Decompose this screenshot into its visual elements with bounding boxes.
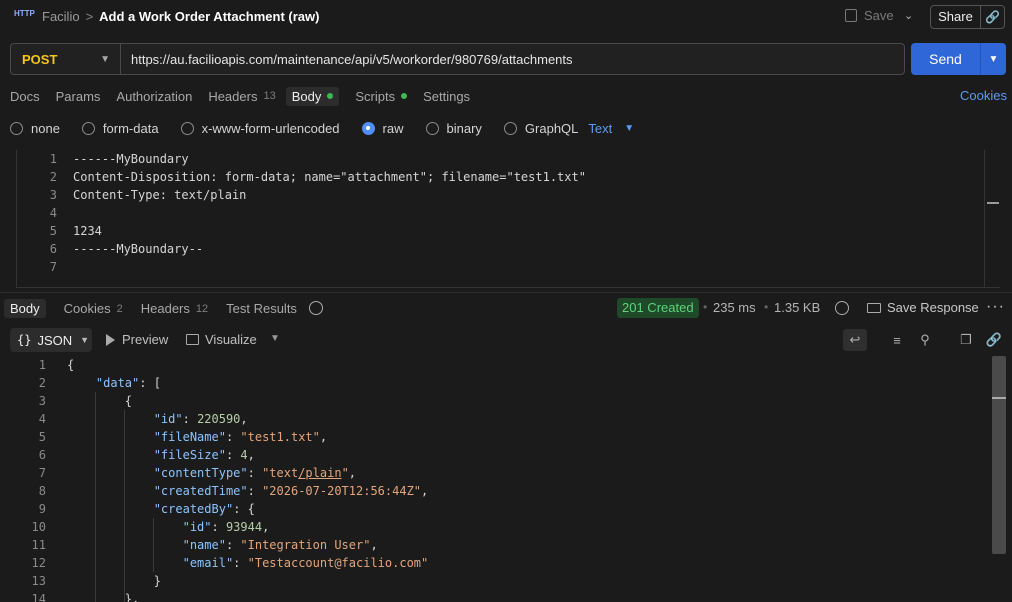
response-scrollbar[interactable] bbox=[992, 356, 1006, 554]
braces-icon: {} bbox=[17, 333, 32, 347]
response-body-viewer[interactable]: 1{ 2 "data": [ 3 { 4 "id": 220590, 5 "fi… bbox=[16, 356, 991, 602]
request-title[interactable]: Add a Work Order Attachment (raw) bbox=[99, 9, 319, 24]
radio-binary[interactable]: binary bbox=[425, 121, 482, 136]
send-button-group: Send ▼ bbox=[911, 43, 1006, 75]
code-line: 1{ bbox=[38, 358, 75, 372]
tab-headers[interactable]: Headers 13 bbox=[208, 89, 275, 104]
code-line: 3 { bbox=[38, 394, 133, 408]
code-line: 1 ------MyBoundary bbox=[49, 152, 189, 166]
breadcrumb: Facilio > Add a Work Order Attachment (r… bbox=[42, 9, 319, 24]
url-bar: POST ▼ https://au.facilioapis.com/mainte… bbox=[10, 43, 905, 75]
search-icon[interactable]: ⚲ bbox=[913, 329, 937, 351]
scripts-active-dot bbox=[401, 93, 408, 99]
play-icon bbox=[106, 333, 115, 346]
response-tabs: Body Cookies 2 Headers 12 Test Results bbox=[4, 299, 315, 318]
tab-authorization[interactable]: Authorization bbox=[116, 89, 192, 104]
radio-graphql[interactable]: GraphQL bbox=[503, 121, 578, 136]
request-tabs: Docs Params Authorization Headers 13 Body… bbox=[10, 86, 486, 106]
request-body-editor[interactable]: 1 ------MyBoundary 2 Content-Disposition: … bbox=[16, 150, 1000, 288]
code-line: 6 "fileSize": 4, bbox=[38, 448, 255, 462]
radio-form-data[interactable]: form-data bbox=[81, 121, 159, 136]
code-line: 7 "contentType": "text/plain", bbox=[38, 466, 357, 480]
response-tab-cookies[interactable]: Cookies 2 bbox=[64, 301, 123, 316]
tab-docs[interactable]: Docs bbox=[10, 89, 40, 104]
code-line: 10 "id": 93944, bbox=[31, 520, 270, 534]
tab-body[interactable]: Body bbox=[285, 86, 340, 106]
chevron-down-icon: ▼ bbox=[624, 123, 635, 134]
filter-icon[interactable]: ≡ bbox=[885, 329, 909, 351]
method-label: POST bbox=[22, 51, 58, 67]
code-line: 4 bbox=[49, 206, 57, 220]
copy-link-icon[interactable]: 🔗 bbox=[981, 6, 1004, 28]
body-type-radios: none form-data x-www-form-urlencoded raw… bbox=[10, 121, 634, 136]
request-editor-scrollbar[interactable] bbox=[984, 150, 1000, 288]
code-line: 11 "name": "Integration User", bbox=[31, 538, 378, 552]
save-label: Save bbox=[864, 8, 894, 23]
raw-format-select[interactable]: Text ▼ bbox=[588, 121, 634, 136]
breadcrumb-separator: > bbox=[85, 9, 94, 24]
code-line: 6 ------MyBoundary-- bbox=[49, 242, 204, 256]
code-line: 3 Content-Type: text/plain bbox=[49, 188, 247, 202]
share-button[interactable]: Share bbox=[931, 6, 981, 28]
code-line: 13 } bbox=[31, 574, 161, 588]
share-button-group: Share 🔗 bbox=[930, 5, 1005, 29]
link-icon[interactable]: 🔗 bbox=[982, 329, 1006, 351]
image-icon bbox=[186, 334, 199, 345]
visualize-button[interactable]: Visualize bbox=[186, 332, 257, 347]
response-tab-headers[interactable]: Headers 12 bbox=[141, 301, 208, 316]
cookies-link[interactable]: Cookies bbox=[960, 88, 1007, 103]
tab-params[interactable]: Params bbox=[56, 89, 101, 104]
send-button[interactable]: Send bbox=[911, 43, 981, 75]
code-line: 2 Content-Disposition: form-data; name="a… bbox=[49, 170, 586, 184]
copy-icon[interactable]: ❐ bbox=[954, 329, 978, 351]
code-line: 14 }, bbox=[31, 592, 140, 602]
save-button[interactable]: Save bbox=[845, 8, 894, 23]
history-icon[interactable] bbox=[309, 301, 323, 315]
chevron-down-icon: ▼ bbox=[100, 53, 110, 65]
pane-divider[interactable] bbox=[0, 292, 1012, 293]
response-tab-body[interactable]: Body bbox=[4, 299, 46, 318]
save-response-icon bbox=[867, 302, 881, 313]
body-active-dot bbox=[327, 93, 334, 99]
save-response-button[interactable]: Save Response bbox=[867, 300, 979, 315]
code-line: 5 "fileName": "test1.txt", bbox=[38, 430, 328, 444]
radio-raw[interactable]: raw bbox=[361, 121, 404, 136]
code-line: 4 "id": 220590, bbox=[38, 412, 248, 426]
visualize-chevron-icon[interactable]: ▼ bbox=[270, 333, 280, 344]
code-line: 7 bbox=[49, 260, 57, 274]
breadcrumb-root[interactable]: Facilio bbox=[42, 9, 80, 24]
http-icon: HTTP bbox=[14, 9, 35, 18]
network-globe-icon[interactable] bbox=[835, 301, 849, 315]
response-format-select[interactable]: {} JSON ▼ bbox=[10, 328, 92, 352]
send-options-chevron-icon[interactable]: ▼ bbox=[981, 54, 1006, 65]
scrollbar-position-marker bbox=[992, 397, 1006, 399]
code-line: 9 "createdBy": { bbox=[38, 502, 255, 516]
code-line: 2 "data": [ bbox=[38, 376, 161, 390]
code-line: 5 1234 bbox=[49, 224, 102, 238]
response-tab-test-results[interactable]: Test Results bbox=[226, 301, 297, 316]
tab-scripts[interactable]: Scripts bbox=[355, 89, 408, 104]
chevron-down-icon: ▼ bbox=[80, 335, 90, 345]
more-options-icon[interactable]: ··· bbox=[986, 298, 1005, 316]
code-line: 12 "email": "Testaccount@facilio.com" bbox=[31, 556, 429, 570]
response-size[interactable]: 1.35 KB bbox=[774, 300, 820, 315]
wrap-lines-icon[interactable]: ↩ bbox=[843, 329, 867, 351]
tab-settings[interactable]: Settings bbox=[423, 89, 470, 104]
radio-urlencoded[interactable]: x-www-form-urlencoded bbox=[180, 121, 340, 136]
preview-button[interactable]: Preview bbox=[106, 332, 168, 347]
headers-count: 13 bbox=[263, 90, 276, 102]
response-time[interactable]: 235 ms bbox=[713, 300, 756, 315]
url-input[interactable]: https://au.facilioapis.com/maintenance/a… bbox=[121, 52, 573, 67]
save-dropdown-chevron-icon[interactable]: ⌄ bbox=[904, 9, 913, 22]
save-icon bbox=[845, 9, 857, 22]
radio-none[interactable]: none bbox=[10, 121, 60, 136]
method-select[interactable]: POST ▼ bbox=[11, 44, 121, 74]
code-line: 8 "createdTime": "2026-07-20T12:56:44Z", bbox=[38, 484, 429, 498]
status-badge[interactable]: 201 Created bbox=[617, 298, 699, 318]
